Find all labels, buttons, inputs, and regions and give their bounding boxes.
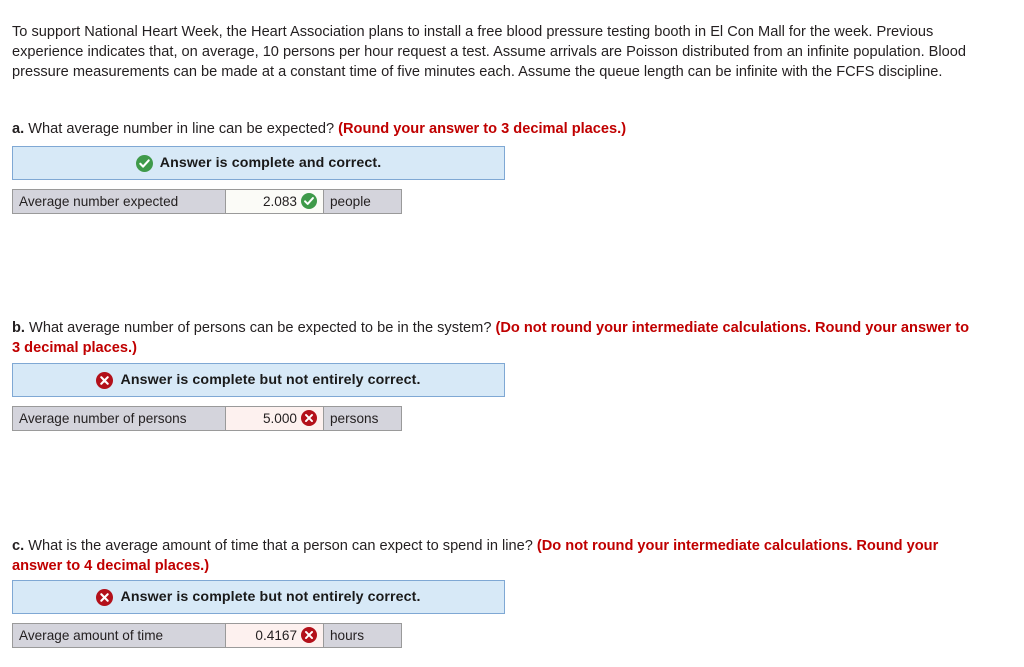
status-banner-a: Answer is complete and correct. [12,146,505,180]
question-b-text: What average number of persons can be ex… [29,319,492,336]
status-banner-a-text: Answer is complete and correct. [159,155,382,171]
answer-row-b: Average number of persons 5.000 persons [12,406,505,431]
question-c-text: What is the average amount of time that … [28,537,533,554]
answer-a-unit: people [324,189,402,214]
x-circle-icon [96,371,114,389]
check-circle-icon [301,193,318,210]
answer-b-unit: persons [324,406,402,431]
question-a-text: What average number in line can be expec… [28,120,335,137]
question-b: b. What average number of persons can be… [12,318,974,359]
answer-row-a: Average number expected 2.083 people [12,189,505,214]
answer-row-c: Average amount of time 0.4167 hours [12,623,505,648]
answer-c-value: 0.4167 [255,627,297,643]
x-circle-icon [301,627,318,644]
problem-statement: To support National Heart Week, the Hear… [12,23,967,81]
answer-block-b: Answer is complete but not entirely corr… [12,363,505,431]
question-a-letter: a. [12,120,25,137]
status-banner-b: Answer is complete but not entirely corr… [12,363,505,397]
answer-a-value-field[interactable]: 2.083 [225,189,324,214]
x-circle-icon [301,410,318,427]
homework-question-page: To support National Heart Week, the Hear… [0,0,1024,667]
answer-c-unit: hours [324,623,402,648]
question-b-letter: b. [12,319,25,336]
check-circle-icon [135,154,153,172]
x-circle-icon [96,588,114,606]
answer-c-value-field[interactable]: 0.4167 [225,623,324,648]
answer-b-value: 5.000 [262,410,297,426]
answer-a-label: Average number expected [12,189,225,214]
status-banner-c: Answer is complete but not entirely corr… [12,580,505,614]
answer-block-a: Answer is complete and correct. Average … [12,146,505,214]
status-banner-b-text: Answer is complete but not entirely corr… [120,372,421,388]
question-a-note: (Round your answer to 3 decimal places.) [338,120,627,137]
answer-b-label: Average number of persons [12,406,225,431]
question-a: a. What average number in line can be ex… [12,119,992,139]
status-banner-c-text: Answer is complete but not entirely corr… [120,589,421,605]
question-c: c. What is the average amount of time th… [12,536,970,577]
answer-b-value-field[interactable]: 5.000 [225,406,324,431]
answer-c-label: Average amount of time [12,623,225,648]
answer-a-value: 2.083 [262,193,297,209]
question-c-letter: c. [12,537,25,554]
answer-block-c: Answer is complete but not entirely corr… [12,580,505,648]
